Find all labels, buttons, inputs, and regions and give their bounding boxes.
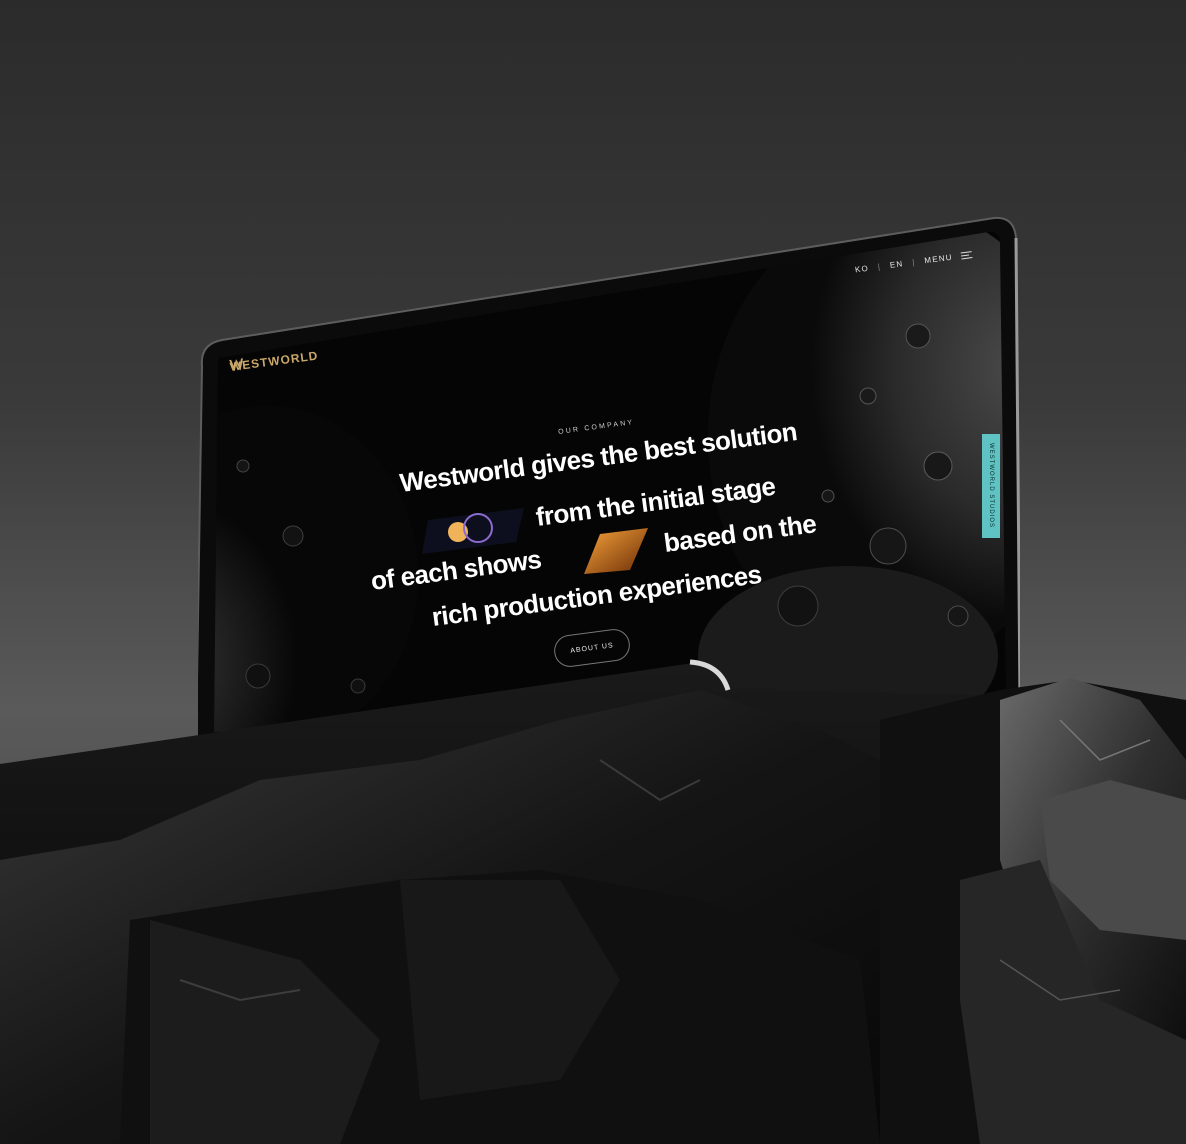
foreground-rocks <box>0 659 1186 1144</box>
mockup-scene: KO | EN | MENU WESTWORLD OUR COMPANY Wes… <box>0 0 1186 1144</box>
